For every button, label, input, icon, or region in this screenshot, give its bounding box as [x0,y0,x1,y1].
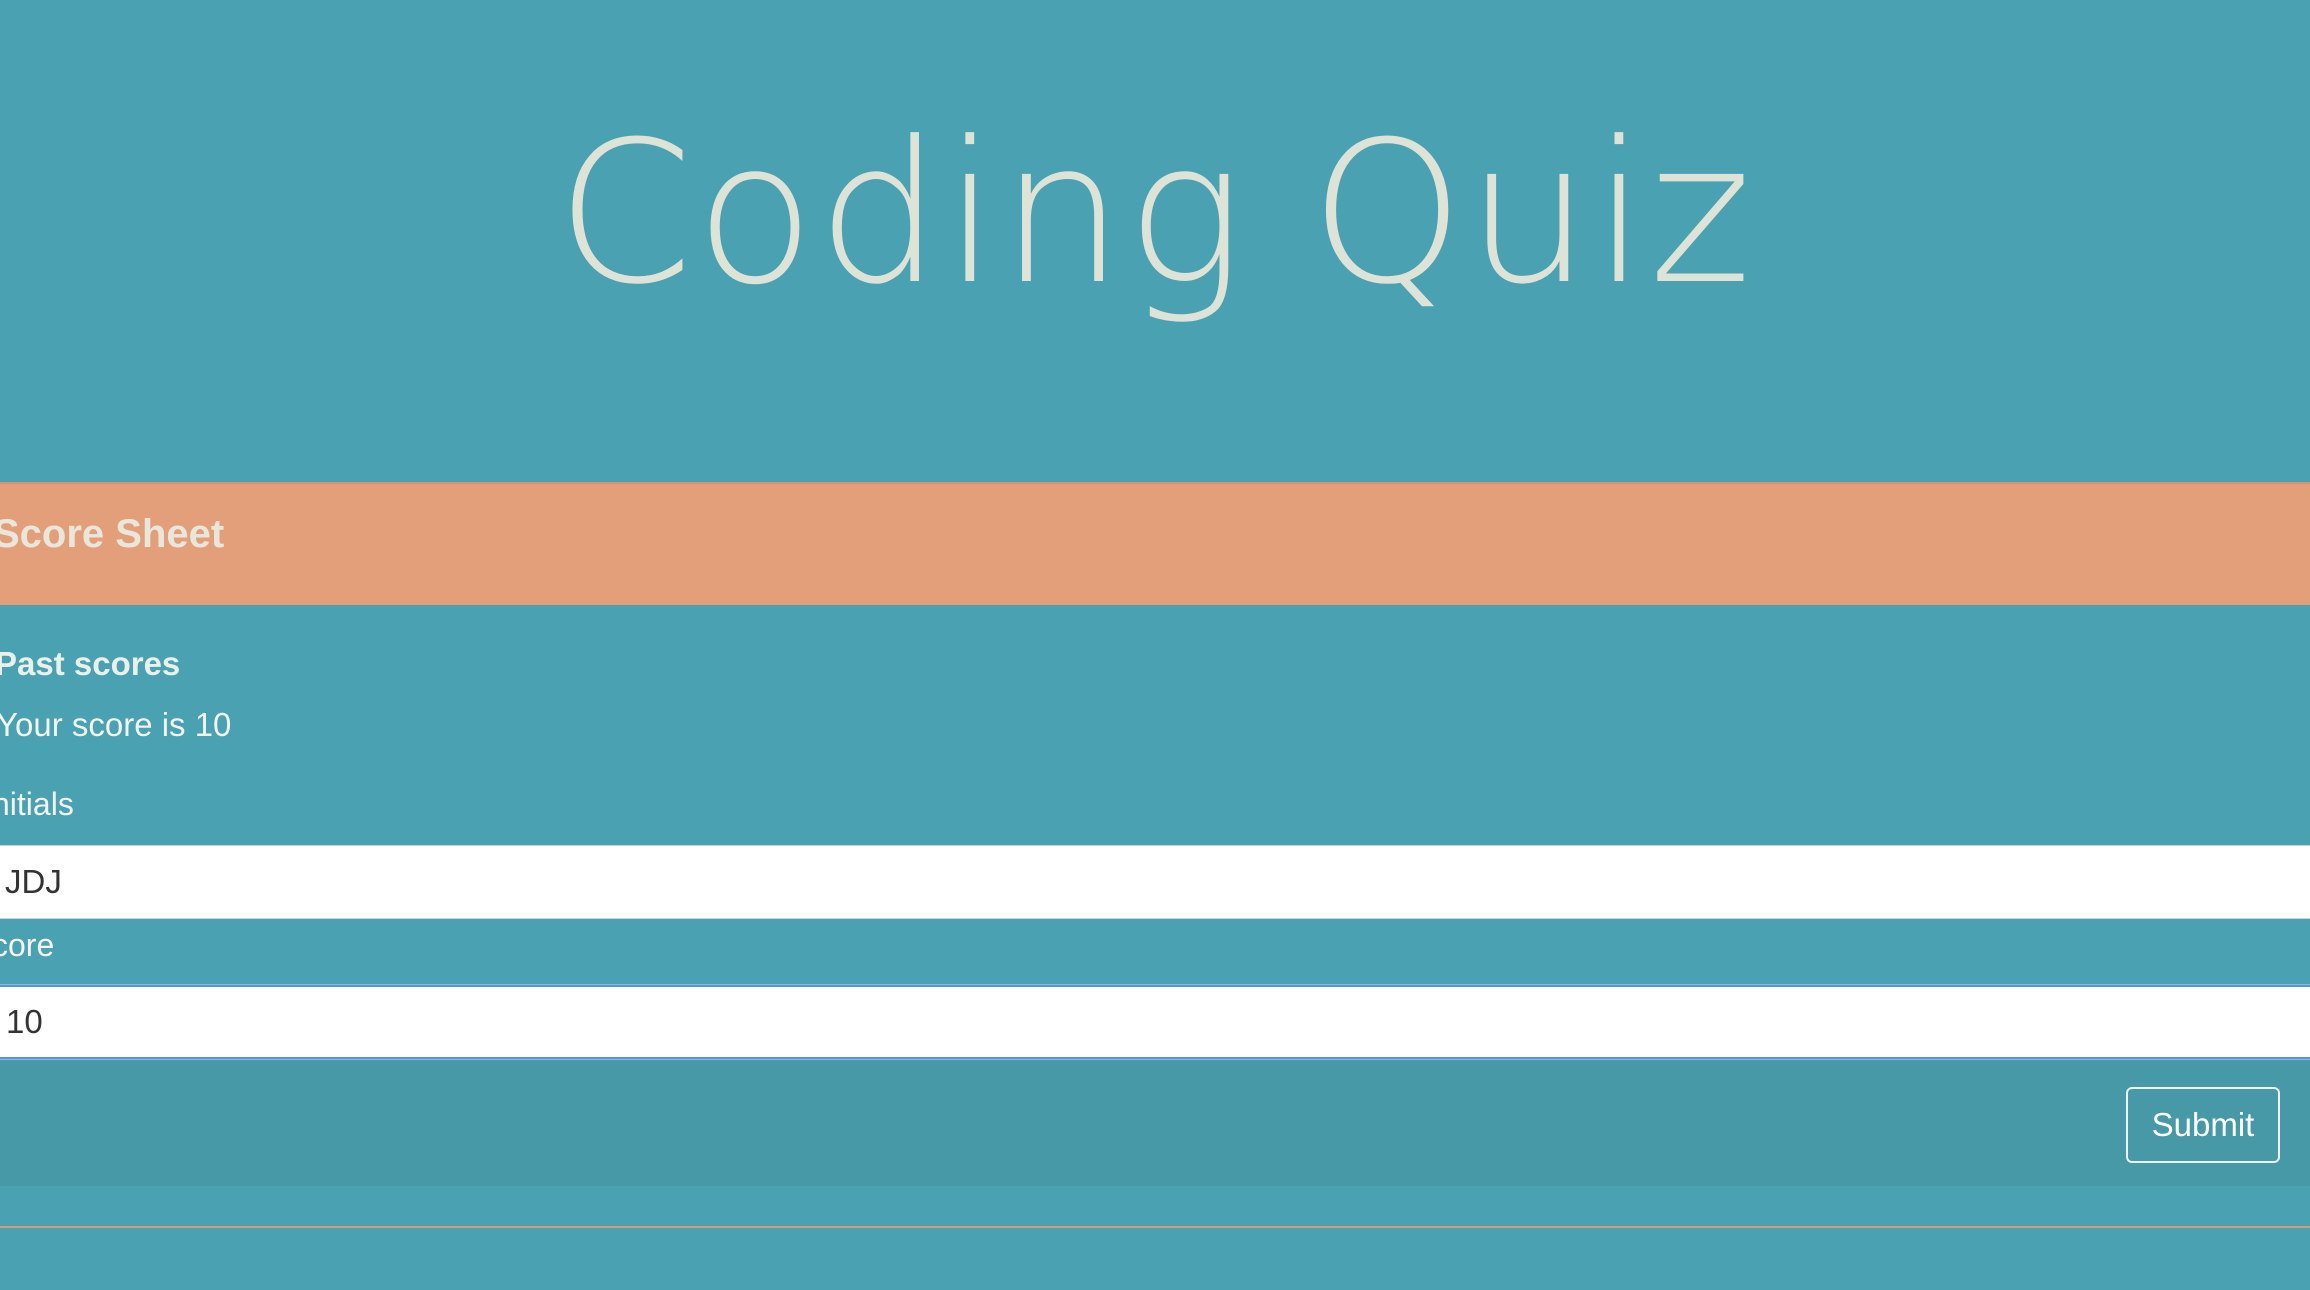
score-input[interactable] [0,985,2310,1059]
page-title: Coding Quiz [556,100,1754,328]
score-label: core [0,927,55,963]
initials-label: nitials [0,786,74,822]
divider [0,1226,2310,1228]
past-scores-link[interactable]: Past scores [0,645,180,683]
submit-button[interactable]: Submit [2126,1087,2280,1163]
score-sheet-body: Past scores Your score is 10 nitials cor… [0,605,2310,1060]
score-sheet-footer: Submit [0,1060,2310,1186]
score-message: Your score is 10 [0,706,232,743]
score-sheet-header: Score Sheet [0,482,2310,605]
page: Coding Quiz Score Sheet Past scores Your… [0,0,2310,1290]
initials-input[interactable] [0,845,2310,919]
score-sheet-title: Score Sheet [0,512,225,556]
